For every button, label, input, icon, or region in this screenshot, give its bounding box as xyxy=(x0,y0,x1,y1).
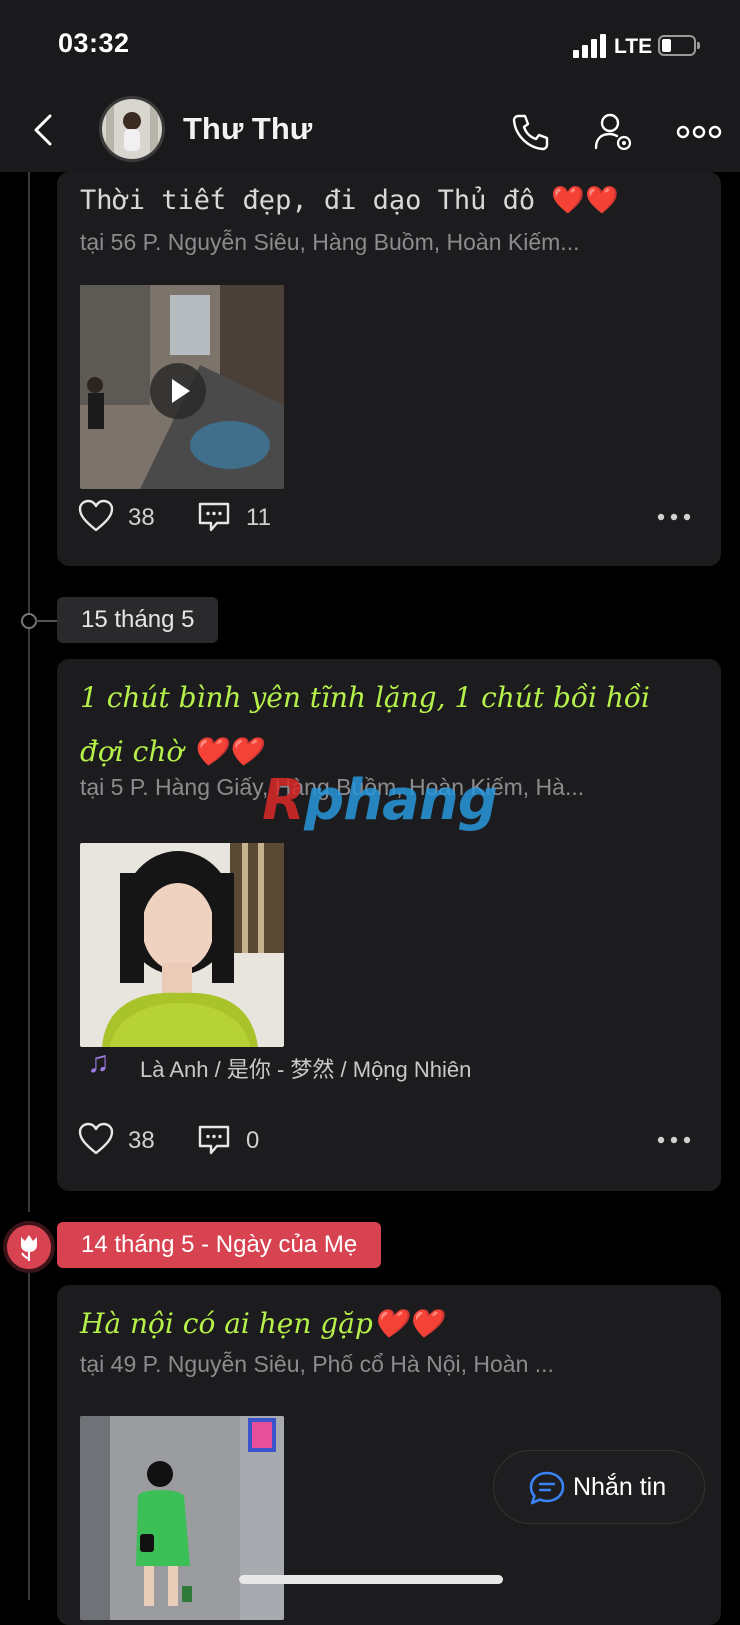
send-message-label: Nhắn tin xyxy=(573,1473,667,1501)
holiday-date-label: 14 tháng 5 - Ngày của Mẹ xyxy=(57,1222,382,1268)
send-message-button[interactable]: Nhắn tin xyxy=(493,1450,705,1524)
contact-name[interactable]: Thư Thư xyxy=(183,111,312,147)
post-text: 1 chút bình yên tĩnh lặng, 1 chút bồi hồ… xyxy=(80,681,651,768)
music-track[interactable]: Là Anh / 是你 - 梦然 / Mộng Nhiên xyxy=(140,1052,471,1084)
post-text: Hà nội có ai hẹn gặp❤️❤️ xyxy=(80,1307,443,1340)
network-type: LTE xyxy=(614,35,653,58)
post-card[interactable]: 1 chút bình yên tĩnh lặng, 1 chút bồi hồ… xyxy=(57,659,721,1191)
play-icon[interactable] xyxy=(150,363,206,419)
comment-icon[interactable] xyxy=(197,501,231,533)
timeline-connector xyxy=(35,620,57,622)
post-photo[interactable] xyxy=(80,843,284,1047)
post-photo[interactable] xyxy=(80,1416,284,1620)
watermark-logo: Rphang xyxy=(262,768,498,833)
comment-icon[interactable] xyxy=(197,1124,231,1156)
post-video-thumbnail[interactable] xyxy=(80,285,284,489)
post-card[interactable]: Thời tiết đẹp, đi dạo Thủ đô ❤️❤️ tại 56… xyxy=(57,172,721,566)
comment-count: 11 xyxy=(246,504,271,531)
like-count: 38 xyxy=(128,504,155,531)
post-more-icon[interactable] xyxy=(657,1136,691,1144)
call-icon[interactable] xyxy=(509,110,553,154)
contact-settings-icon[interactable] xyxy=(592,110,636,154)
post-location[interactable]: tại 56 P. Nguyễn Siêu, Hàng Buồm, Hoàn K… xyxy=(80,229,680,256)
post-more-icon[interactable] xyxy=(657,513,691,521)
music-note-icon: ♫ xyxy=(87,1046,110,1079)
like-count: 38 xyxy=(128,1127,155,1154)
chat-bubble-icon xyxy=(529,1471,565,1505)
post-location[interactable]: tại 49 P. Nguyễn Siêu, Phố cổ Hà Nội, Ho… xyxy=(80,1351,680,1378)
back-icon[interactable] xyxy=(26,108,66,152)
timeline-line xyxy=(28,1268,30,1600)
status-bar: 03:32 LTE xyxy=(0,0,740,88)
signal-icon xyxy=(573,34,606,58)
battery-icon xyxy=(658,35,700,56)
heart-icon[interactable] xyxy=(78,1122,114,1156)
avatar[interactable] xyxy=(99,96,165,162)
post-text: Thời tiết đẹp, đi dạo Thủ đô ❤️❤️ xyxy=(80,185,619,216)
heart-icon[interactable] xyxy=(78,499,114,533)
chat-header: Thư Thư xyxy=(0,88,740,172)
timeline-line xyxy=(28,172,30,1212)
more-icon[interactable] xyxy=(676,110,722,154)
tulip-icon xyxy=(7,1225,51,1269)
date-label: 15 tháng 5 xyxy=(57,597,219,643)
comment-count: 0 xyxy=(246,1127,260,1154)
home-indicator xyxy=(239,1575,503,1584)
status-time: 03:32 xyxy=(58,28,130,58)
